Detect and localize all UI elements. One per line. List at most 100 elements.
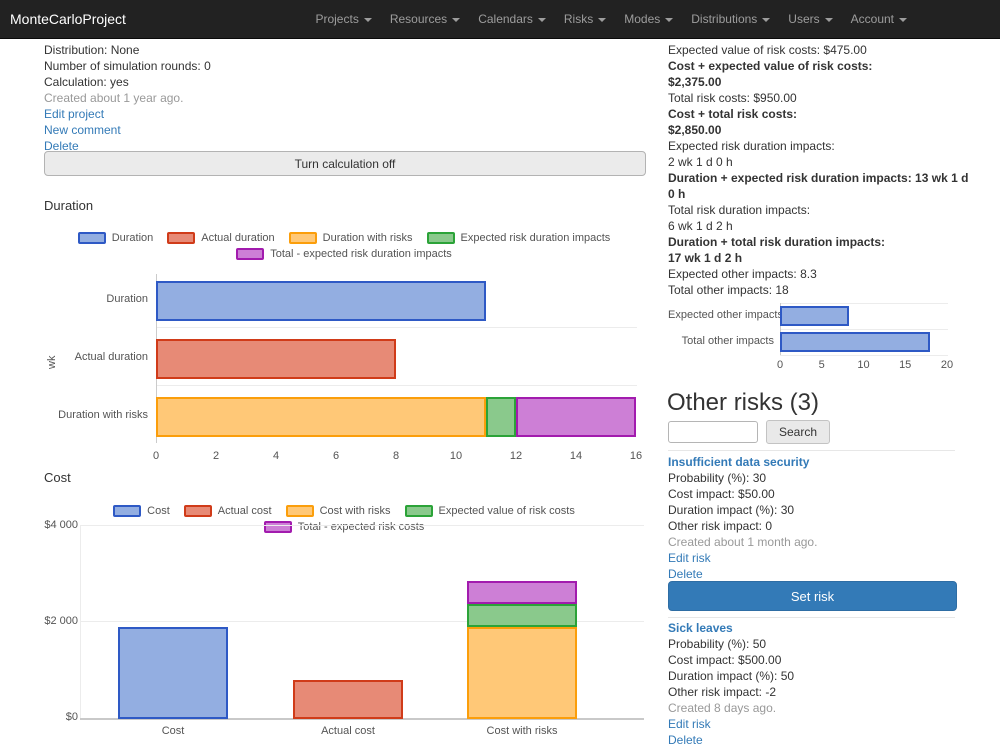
summary-line: Total risk costs: $950.00 <box>668 90 960 106</box>
other-impacts-chart: Expected other impacts Total other impac… <box>668 300 960 376</box>
summary-line: 2 wk 1 d 0 h <box>668 154 960 170</box>
gridline <box>156 385 637 386</box>
legend-swatch <box>236 248 264 260</box>
summary-line: Duration + total risk duration impacts: <box>668 234 960 250</box>
x-tick: 0 <box>144 450 168 462</box>
cost-bar-segment <box>293 680 403 719</box>
chevron-down-icon <box>665 18 673 22</box>
search-input[interactable] <box>668 421 758 443</box>
x-tick: 15 <box>895 359 915 371</box>
risk-other-impact: Other risk impact: -2 <box>668 684 960 700</box>
x-tick: 20 <box>937 359 957 371</box>
x-tick: 2 <box>204 450 228 462</box>
duration-row-label: Duration <box>44 293 148 305</box>
risk-cost-impact: Cost impact: $50.00 <box>668 486 960 502</box>
duration-with-risks-bar-row <box>156 397 637 437</box>
nav-item-calendars[interactable]: Calendars <box>469 0 555 38</box>
cost-bar-segment <box>467 581 577 604</box>
x-tick: 6 <box>324 450 348 462</box>
nav-item-modes[interactable]: Modes <box>615 0 682 38</box>
legend-swatch <box>78 232 106 244</box>
legend-swatch <box>286 505 314 517</box>
summary-line: 6 wk 1 d 2 h <box>668 218 960 234</box>
nav-item-users[interactable]: Users <box>779 0 841 38</box>
chevron-down-icon <box>825 18 833 22</box>
y-tick: $4 000 <box>38 519 78 531</box>
delete-risk-link[interactable]: Delete <box>668 732 960 748</box>
impacts-row-label: Expected other impacts <box>668 309 774 321</box>
chevron-down-icon <box>762 18 770 22</box>
new-comment-link[interactable]: New comment <box>44 122 644 138</box>
nav-item-resources[interactable]: Resources <box>381 0 469 38</box>
x-tick: 12 <box>504 450 528 462</box>
risk-other-impact: Other risk impact: 0 <box>668 518 960 534</box>
cost-chart: $4 000 $2 000 $0 Cost Actual cost Cost w… <box>44 519 644 744</box>
other-risks-heading: Other risks (3) <box>667 389 819 417</box>
cost-bar-segment <box>467 627 577 719</box>
legend-swatch <box>184 505 212 517</box>
nav-item-account[interactable]: Account <box>842 0 916 38</box>
legend-item: Expected risk duration impacts <box>427 232 611 244</box>
delete-risk-link[interactable]: Delete <box>668 566 960 582</box>
legend-swatch <box>405 505 433 517</box>
legend-swatch <box>113 505 141 517</box>
legend-swatch <box>167 232 195 244</box>
duration-row-label: Duration with risks <box>44 409 148 421</box>
risk-created: Created about 1 month ago. <box>668 534 960 550</box>
summary-line: Cost + total risk costs: <box>668 106 960 122</box>
y-tick: $2 000 <box>38 615 78 627</box>
divider <box>668 450 955 451</box>
chevron-down-icon <box>598 18 606 22</box>
edit-risk-link[interactable]: Edit risk <box>668 550 960 566</box>
nav-item-risks[interactable]: Risks <box>555 0 615 38</box>
risk-title-link[interactable]: Sick leaves <box>668 620 960 636</box>
project-distribution: Distribution: None <box>44 42 644 58</box>
chevron-down-icon <box>538 18 546 22</box>
search-button[interactable]: Search <box>766 420 830 444</box>
summary-line: Expected value of risk costs: $475.00 <box>668 42 960 58</box>
navbar-brand[interactable]: MonteCarloProject <box>10 0 126 38</box>
turn-calculation-off-button[interactable]: Turn calculation off <box>44 151 646 176</box>
x-tick: 8 <box>384 450 408 462</box>
impacts-bar-segment <box>780 332 930 352</box>
risk-summary: Expected value of risk costs: $475.00 Co… <box>668 42 960 298</box>
x-category-label: Actual cost <box>288 725 408 737</box>
x-tick: 5 <box>812 359 832 371</box>
legend-item: Duration <box>78 232 154 244</box>
project-details: Distribution: None Number of simulation … <box>44 42 644 154</box>
duration-row-label: Actual duration <box>44 351 148 363</box>
chevron-down-icon <box>452 18 460 22</box>
summary-line: Duration + expected risk duration impact… <box>668 170 960 186</box>
risk-probability: Probability (%): 30 <box>668 470 960 486</box>
nav-item-projects[interactable]: Projects <box>306 0 380 38</box>
summary-line: 17 wk 1 d 2 h <box>668 250 960 266</box>
risk-probability: Probability (%): 50 <box>668 636 960 652</box>
risk-search: Search <box>668 420 830 444</box>
x-category-label: Cost with risks <box>462 725 582 737</box>
legend-item: Cost with risks <box>286 505 391 517</box>
edit-project-link[interactable]: Edit project <box>44 106 644 122</box>
actual-duration-bar-row <box>156 339 637 379</box>
summary-line: $2,375.00 <box>668 74 960 90</box>
risk-title-link[interactable]: Insufficient data security <box>668 454 960 470</box>
summary-line: Cost + expected value of risk costs: <box>668 58 960 74</box>
duration-bar-segment <box>156 281 486 321</box>
duration-bar-segment <box>156 397 486 437</box>
summary-line: Expected other impacts: 8.3 <box>668 266 960 282</box>
duration-bar-segment <box>156 339 396 379</box>
legend-item: Actual duration <box>167 232 274 244</box>
duration-chart-legend: Duration Actual duration Duration with r… <box>44 230 644 262</box>
navbar: MonteCarloProject Projects Resources Cal… <box>0 0 1000 39</box>
set-risk-button[interactable]: Set risk <box>668 581 957 611</box>
x-category-label: Cost <box>113 725 233 737</box>
risk-item: Insufficient data security Probability (… <box>668 454 960 582</box>
edit-risk-link[interactable]: Edit risk <box>668 716 960 732</box>
x-tick: 14 <box>564 450 588 462</box>
summary-line: 0 h <box>668 186 960 202</box>
cost-section-title: Cost <box>44 470 71 485</box>
gridline <box>80 525 81 719</box>
x-tick: 10 <box>444 450 468 462</box>
nav-item-distributions[interactable]: Distributions <box>682 0 779 38</box>
risk-duration-impact: Duration impact (%): 50 <box>668 668 960 684</box>
x-tick: 4 <box>264 450 288 462</box>
